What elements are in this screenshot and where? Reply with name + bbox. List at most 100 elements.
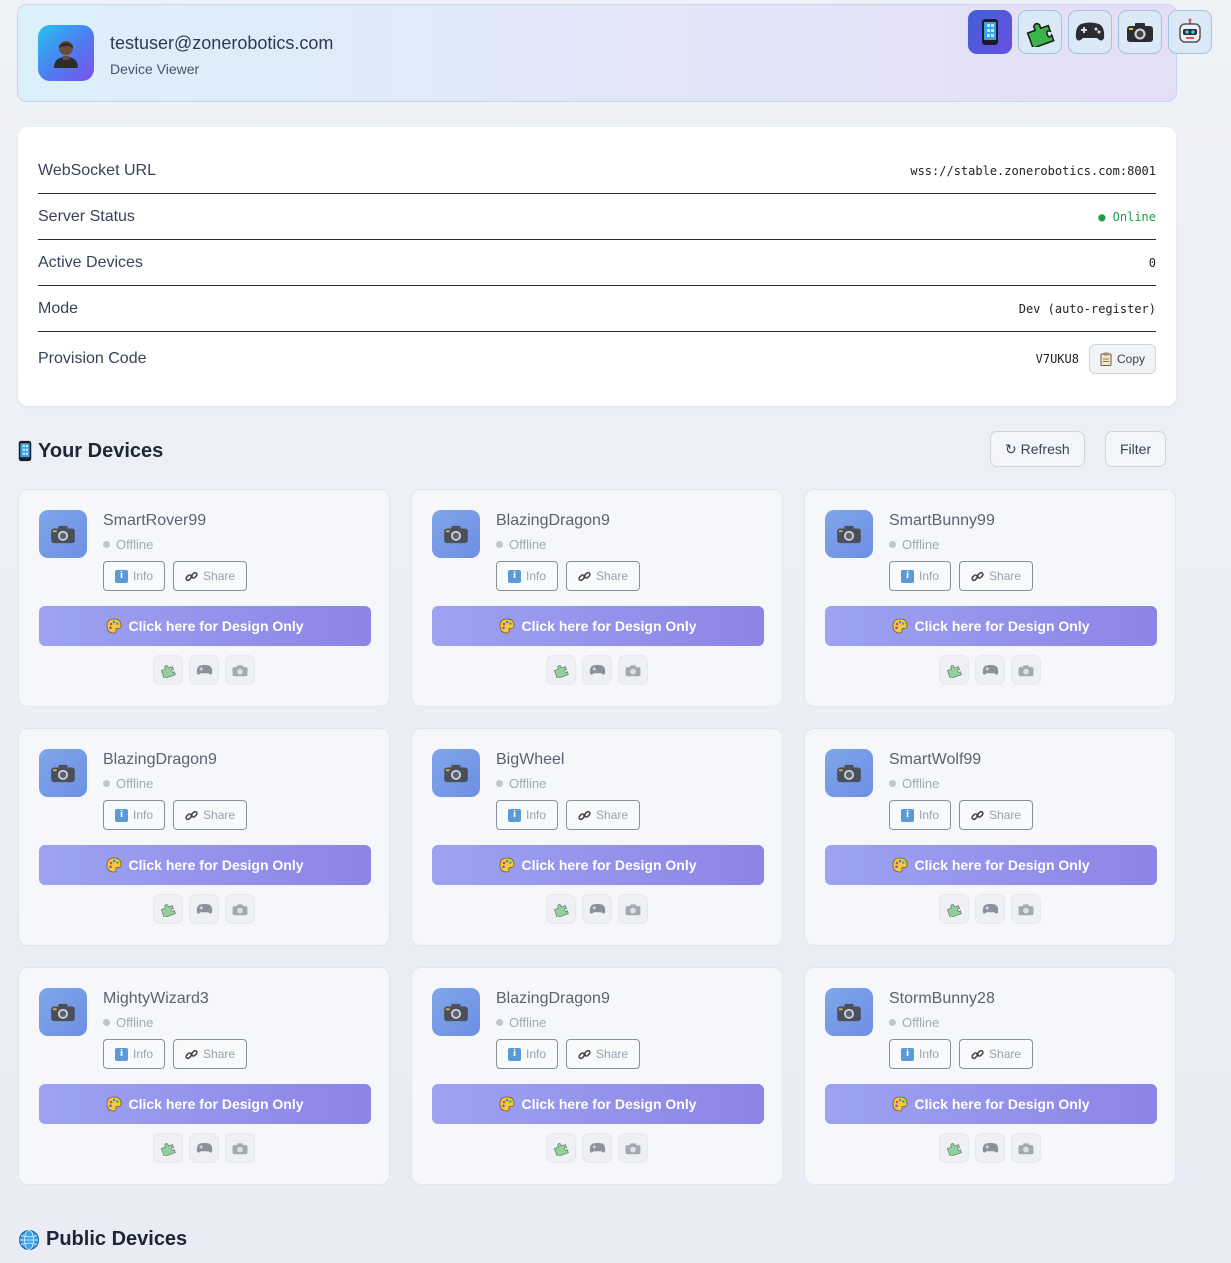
camera-icon — [432, 510, 480, 558]
gamepad-icon[interactable] — [189, 894, 219, 924]
your-devices-label: Your Devices — [38, 439, 164, 462]
puzzle-icon[interactable] — [153, 655, 183, 685]
info-button[interactable]: i Info — [103, 1039, 166, 1069]
share-button[interactable]: Share — [566, 1039, 641, 1069]
server-status-value: ● Online — [1098, 209, 1156, 224]
camera-icon[interactable] — [225, 655, 255, 685]
design-only-button[interactable]: Click here for Design Only — [825, 845, 1157, 885]
share-label: Share — [989, 569, 1022, 583]
gamepad-icon[interactable] — [975, 894, 1005, 924]
robot-icon[interactable] — [1168, 10, 1212, 54]
refresh-button[interactable]: ↻ Refresh — [990, 431, 1085, 467]
status-text: Offline — [509, 776, 547, 791]
share-label: Share — [596, 1047, 629, 1061]
info-button[interactable]: i Info — [889, 561, 952, 591]
websocket-label: WebSocket URL — [38, 161, 156, 179]
device-name: BigWheel — [496, 751, 565, 768]
puzzle-icon[interactable] — [546, 655, 576, 685]
copy-button[interactable]: Copy — [1088, 344, 1156, 374]
device-card: BigWheel Offline i Info Share Click here… — [411, 728, 783, 946]
info-button[interactable]: i Info — [103, 561, 166, 591]
camera-icon[interactable] — [618, 894, 648, 924]
info-row-active-devices: Active Devices 0 — [38, 240, 1156, 286]
device-status: Offline — [496, 1015, 546, 1030]
share-button[interactable]: Share — [173, 1039, 248, 1069]
puzzle-icon[interactable] — [939, 655, 969, 685]
gamepad-icon[interactable] — [189, 655, 219, 685]
camera-icon[interactable] — [225, 1133, 255, 1163]
gamepad-icon[interactable] — [975, 655, 1005, 685]
device-actions: i Info Share — [496, 1039, 641, 1069]
share-button[interactable]: Share — [959, 1039, 1034, 1069]
design-only-button[interactable]: Click here for Design Only — [39, 1084, 371, 1124]
camera-icon[interactable] — [618, 655, 648, 685]
design-only-button[interactable]: Click here for Design Only — [432, 845, 764, 885]
gamepad-icon[interactable] — [1068, 10, 1112, 54]
info-button[interactable]: i Info — [496, 800, 559, 830]
camera-icon[interactable] — [1011, 1133, 1041, 1163]
puzzle-icon[interactable] — [1018, 10, 1062, 54]
puzzle-icon[interactable] — [939, 894, 969, 924]
info-button[interactable]: i Info — [889, 1039, 952, 1069]
camera-icon[interactable] — [1118, 10, 1162, 54]
mode-label: Mode — [38, 299, 79, 317]
share-button[interactable]: Share — [173, 800, 248, 830]
active-devices-label: Active Devices — [38, 253, 143, 271]
device-name: StormBunny28 — [889, 990, 995, 1007]
puzzle-icon[interactable] — [546, 1133, 576, 1163]
device-card: SmartRover99 Offline i Info Share Click … — [18, 489, 390, 707]
share-button[interactable]: Share — [173, 561, 248, 591]
status-dot — [496, 780, 503, 787]
link-icon — [578, 810, 591, 820]
info-row-provision: Provision Code V7UKU8 Copy — [38, 332, 1156, 386]
share-label: Share — [203, 569, 236, 583]
device-card: SmartWolf99 Offline i Info Share Click h… — [804, 728, 1176, 946]
design-label: Click here for Design Only — [128, 618, 304, 634]
design-only-button[interactable]: Click here for Design Only — [432, 1084, 764, 1124]
gamepad-icon[interactable] — [582, 894, 612, 924]
provision-code: V7UKU8 — [1035, 352, 1079, 366]
design-only-button[interactable]: Click here for Design Only — [825, 606, 1157, 646]
design-label: Click here for Design Only — [521, 618, 697, 634]
device-status: Offline — [103, 776, 153, 791]
user-role: Device Viewer — [110, 61, 200, 77]
device-status: Offline — [889, 776, 939, 791]
share-button[interactable]: Share — [959, 800, 1034, 830]
puzzle-icon[interactable] — [939, 1133, 969, 1163]
public-devices-label: Public Devices — [46, 1228, 188, 1250]
device-mode-buttons — [412, 655, 782, 685]
camera-icon[interactable] — [225, 894, 255, 924]
puzzle-icon[interactable] — [546, 894, 576, 924]
device-name: BlazingDragon9 — [496, 990, 610, 1007]
status-dot — [103, 541, 110, 548]
info-button[interactable]: i Info — [496, 1039, 559, 1069]
phone-icon[interactable] — [968, 10, 1012, 54]
share-button[interactable]: Share — [566, 800, 641, 830]
websocket-url: wss://stable.zonerobotics.com:8001 — [910, 163, 1156, 178]
info-icon: i — [901, 569, 914, 583]
camera-icon[interactable] — [1011, 655, 1041, 685]
info-label: Info — [919, 808, 940, 822]
gamepad-icon[interactable] — [189, 1133, 219, 1163]
info-icon: i — [901, 808, 914, 822]
filter-button[interactable]: Filter — [1105, 431, 1167, 467]
info-button[interactable]: i Info — [496, 561, 559, 591]
gamepad-icon[interactable] — [582, 655, 612, 685]
puzzle-icon[interactable] — [153, 894, 183, 924]
puzzle-icon[interactable] — [153, 1133, 183, 1163]
gamepad-icon[interactable] — [582, 1133, 612, 1163]
design-label: Click here for Design Only — [521, 1096, 697, 1112]
share-button[interactable]: Share — [566, 561, 641, 591]
info-label: Info — [133, 569, 154, 583]
gamepad-icon[interactable] — [975, 1133, 1005, 1163]
camera-icon[interactable] — [618, 1133, 648, 1163]
info-button[interactable]: i Info — [889, 800, 952, 830]
design-only-button[interactable]: Click here for Design Only — [825, 1084, 1157, 1124]
share-button[interactable]: Share — [959, 561, 1034, 591]
design-only-button[interactable]: Click here for Design Only — [39, 845, 371, 885]
design-only-button[interactable]: Click here for Design Only — [432, 606, 764, 646]
camera-icon[interactable] — [1011, 894, 1041, 924]
device-actions: i Info Share — [103, 800, 248, 830]
design-only-button[interactable]: Click here for Design Only — [39, 606, 371, 646]
info-button[interactable]: i Info — [103, 800, 166, 830]
